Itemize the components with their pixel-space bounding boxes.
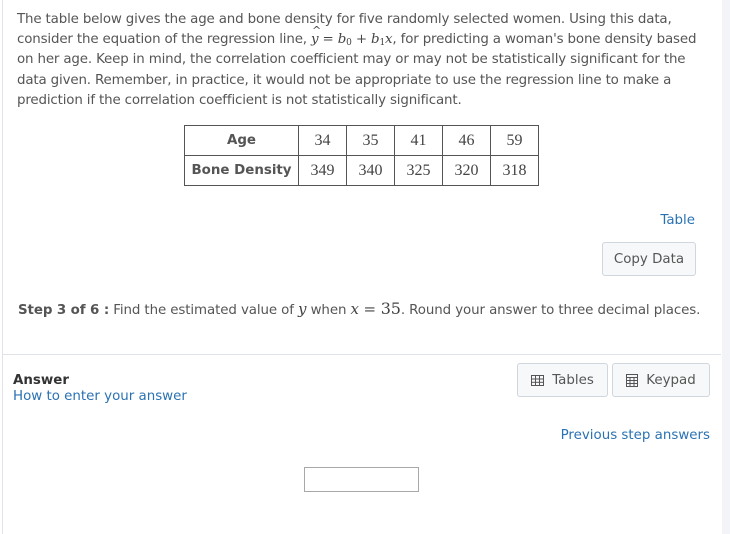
table-cell: 46 bbox=[442, 125, 491, 156]
step-instruction: Step 3 of 6 : Find the estimated value o… bbox=[18, 299, 700, 318]
keypad-label: Keypad bbox=[646, 372, 696, 388]
step-text: . Round your answer to three decimal pla… bbox=[400, 303, 701, 318]
table-link[interactable]: Table bbox=[660, 213, 695, 228]
problem-statement: The table below gives the age and bone d… bbox=[17, 10, 707, 111]
answer-label: Answer bbox=[13, 373, 69, 388]
b0-symbol: b bbox=[337, 32, 347, 48]
step-text: when bbox=[306, 303, 351, 318]
x-value: 35 bbox=[380, 299, 401, 318]
previous-step-answers-link[interactable]: Previous step answers bbox=[561, 428, 710, 443]
step-label: Step 3 of 6 : bbox=[18, 303, 110, 318]
how-to-enter-answer-link[interactable]: How to enter your answer bbox=[13, 389, 187, 404]
row-header: Age bbox=[184, 125, 299, 156]
y-hat-symbol: y bbox=[311, 21, 322, 50]
table-cell: 349 bbox=[298, 155, 347, 186]
x-variable: x bbox=[350, 300, 359, 318]
keypad-button[interactable]: Keypad bbox=[612, 363, 710, 397]
table-cell: 318 bbox=[490, 155, 539, 186]
plus-sign: + bbox=[351, 32, 372, 48]
table-cell: 34 bbox=[298, 125, 347, 156]
table-cell: 41 bbox=[394, 125, 443, 156]
table-cell: 35 bbox=[346, 125, 395, 156]
tables-label: Tables bbox=[552, 372, 594, 388]
table-row-bone-density: Bone Density 349 340 325 320 318 bbox=[184, 155, 539, 186]
table-cell: 340 bbox=[346, 155, 395, 186]
right-scroll-area bbox=[722, 0, 730, 534]
table-cell: 320 bbox=[442, 155, 491, 186]
row-header: Bone Density bbox=[184, 155, 299, 186]
equals-sign: = bbox=[318, 32, 338, 48]
copy-data-label: Copy Data bbox=[613, 251, 685, 267]
copy-data-button[interactable]: Copy Data bbox=[602, 242, 696, 276]
calculator-icon bbox=[626, 373, 639, 387]
step-text: Find the estimated value of bbox=[109, 303, 299, 318]
table-row-age: Age 34 35 41 46 59 bbox=[184, 125, 539, 156]
section-divider bbox=[3, 354, 721, 355]
answer-input[interactable] bbox=[304, 467, 419, 492]
table-grid-icon bbox=[531, 374, 545, 386]
equals-sign: = bbox=[358, 300, 381, 318]
data-table: Age 34 35 41 46 59 Bone Density 349 340 … bbox=[184, 125, 539, 186]
table-cell: 59 bbox=[490, 125, 539, 156]
table-cell: 325 bbox=[394, 155, 443, 186]
tables-button[interactable]: Tables bbox=[517, 363, 608, 397]
